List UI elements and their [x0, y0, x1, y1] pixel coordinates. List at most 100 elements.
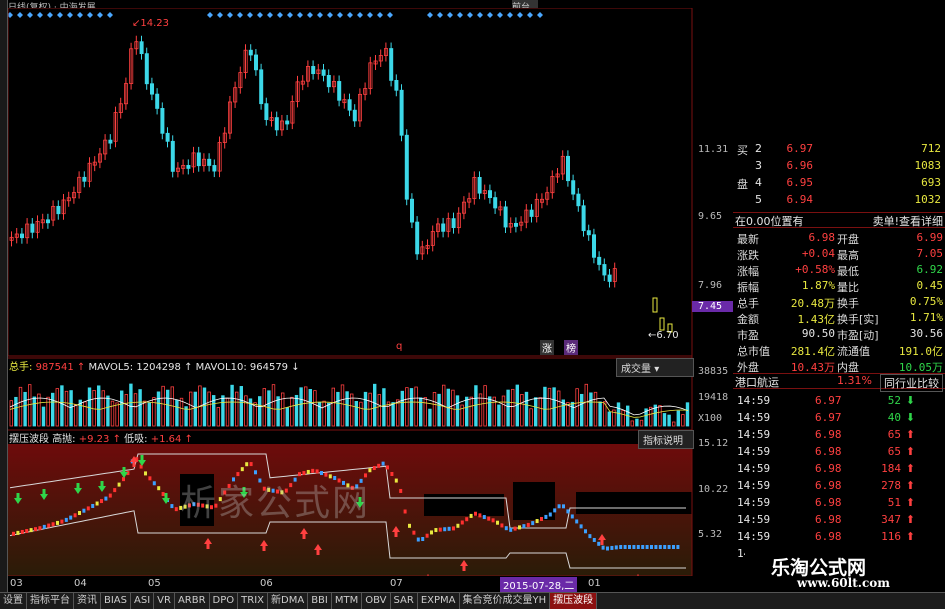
volume-bar: [60, 385, 64, 427]
signal-diamond: [447, 12, 453, 18]
arrow-down-icon: ⬇: [905, 394, 915, 407]
quote-label: 总市值: [737, 345, 770, 358]
view-detail-link[interactable]: 卖单!查看详细: [873, 213, 943, 229]
tab-12[interactable]: OBV: [362, 593, 391, 609]
indicator-dot: [95, 501, 99, 506]
volume-bar: [345, 391, 349, 427]
quote-label: 振幅: [737, 281, 759, 294]
indicator-dot: [522, 524, 526, 529]
volume-bar: [432, 391, 437, 427]
indicator-dot: [108, 493, 112, 498]
q-mark: q: [396, 341, 403, 352]
tab-3[interactable]: BIAS: [101, 593, 131, 609]
tab-13[interactable]: SAR: [391, 593, 418, 609]
order-level: 2: [755, 142, 762, 155]
tab-1[interactable]: 指标平台: [27, 593, 74, 609]
volume-bar: [455, 395, 460, 427]
indicator-dot: [667, 544, 671, 549]
volume-bar: [239, 386, 243, 427]
quote-label: 开盘: [837, 233, 859, 246]
tab-7[interactable]: DPO: [210, 593, 239, 609]
tab-15[interactable]: 集合竞价成交量YH: [460, 593, 551, 609]
volume-bar: [23, 391, 27, 427]
tick-price: 6.98: [815, 530, 842, 543]
tab-11[interactable]: MTM: [332, 593, 363, 609]
volume-bar: [267, 390, 271, 427]
price-tick: 9.65: [698, 211, 723, 222]
tab-10[interactable]: BBI: [308, 593, 332, 609]
volume-bar: [423, 397, 427, 427]
compare-industry-button[interactable]: 同行业比较: [880, 374, 943, 392]
volume-bar: [510, 388, 515, 427]
indicator-dot: [460, 520, 464, 525]
signal-diamond: [437, 12, 443, 18]
indicator-dot: [658, 544, 662, 549]
signal-diamond: [477, 12, 483, 18]
indicator-dot: [29, 528, 33, 533]
time-tick: 06: [260, 578, 273, 589]
volume-bar: [336, 391, 340, 427]
volume-bar: [359, 401, 363, 427]
low-buy-value: +1.64: [150, 434, 182, 445]
tag-list: 榜: [564, 340, 578, 355]
tab-5[interactable]: VR: [154, 593, 175, 609]
candle-body: [248, 49, 253, 56]
indicator-dot: [526, 522, 530, 527]
tab-0[interactable]: 设置: [0, 593, 27, 609]
volume-bar: [175, 399, 179, 427]
volume-bar: [299, 387, 303, 427]
tab-9[interactable]: 新DMA: [268, 593, 309, 609]
tab-6[interactable]: ARBR: [175, 593, 210, 609]
indicator-dot: [161, 492, 165, 497]
candle-body: [487, 190, 492, 198]
volume-bar: [616, 402, 621, 427]
tick-time: 14:59: [737, 394, 771, 407]
volume-bar: [221, 395, 225, 427]
candle-body: [264, 103, 269, 121]
current-price-badge: 7.45: [692, 301, 733, 312]
indicator-header: 摆压波段 高抛: +9.23 ↑ 低吸: +1.64 ↑: [9, 434, 193, 445]
candle-body: [19, 233, 24, 239]
volume-bar: [368, 392, 372, 427]
indicator-dot: [117, 482, 121, 487]
tab-14[interactable]: EXPMA: [418, 593, 460, 609]
volume-tick: 38835: [698, 366, 729, 377]
arrow-up-icon: ⬆: [905, 428, 915, 441]
indicator-dot: [623, 544, 627, 549]
indicator-dot: [487, 516, 491, 521]
tab-16[interactable]: 摆压波段: [550, 593, 598, 609]
indicator-help-button[interactable]: 指标说明: [638, 430, 694, 449]
price-panel-frame: [8, 8, 693, 357]
indicator-dot: [676, 544, 680, 549]
signal-diamond: [47, 12, 53, 18]
occlusion-box: [576, 492, 692, 514]
tab-4[interactable]: ASI: [131, 593, 155, 609]
tick-row: 14:59 6.98 347 ⬆: [733, 513, 945, 529]
quote-label: 涨幅: [737, 265, 759, 278]
indicator-tab-bar: 设置 指标平台 资讯 BIAS ASI VR ARBR DPO TRIX 新DMA BBI MTM OB…: [0, 592, 945, 609]
arrow-up-icon: ⬆: [905, 496, 915, 509]
candle-body: [451, 218, 456, 229]
volume-bar: [593, 391, 598, 427]
tab-8[interactable]: TRIX: [238, 593, 269, 609]
indicator-dot: [456, 523, 460, 528]
quote-value: 281.4亿: [790, 345, 835, 358]
candle-body: [571, 180, 576, 195]
volume-bar: [639, 419, 644, 427]
candle-body: [513, 222, 518, 227]
volume-selector-button[interactable]: 成交量 ▾: [616, 358, 694, 377]
indicator-dot: [73, 513, 77, 518]
tick-price: 6.98: [815, 479, 842, 492]
indicator-dot: [377, 463, 381, 468]
candle-body: [326, 74, 331, 88]
quote-value: +0.04: [801, 247, 835, 260]
tick-price: 6.97: [815, 411, 842, 424]
logo-url: www.60lt.com: [797, 576, 890, 590]
candle-body: [352, 109, 357, 122]
kline-chart[interactable]: [8, 8, 733, 576]
tab-2[interactable]: 资讯: [74, 593, 101, 609]
quote-value: 0.45: [916, 279, 944, 292]
title-right-button[interactable]: 前台: [512, 0, 538, 8]
sector-name[interactable]: 港口航运: [735, 374, 779, 390]
tick-row: 14:59 6.98 65 ⬆: [733, 428, 945, 444]
